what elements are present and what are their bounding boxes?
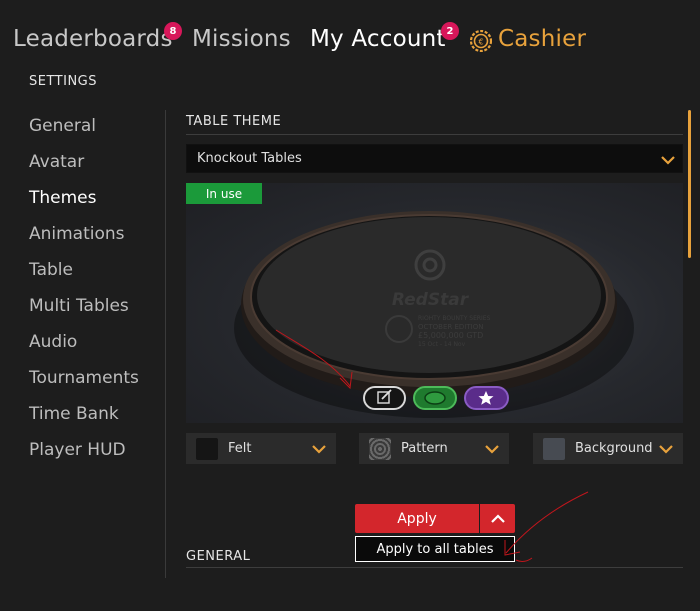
sidebar-item-animations[interactable]: Animations <box>29 224 125 244</box>
sidebar-item-table[interactable]: Table <box>29 260 73 280</box>
general-divider <box>186 567 683 568</box>
theme-select[interactable]: Knockout Tables <box>186 144 683 173</box>
svg-text:£5,000,000 GTD: £5,000,000 GTD <box>418 331 483 340</box>
edit-theme-button[interactable] <box>363 386 406 410</box>
star-icon <box>478 391 494 405</box>
background-dropdown[interactable]: Background <box>533 433 683 464</box>
nav-missions[interactable]: Missions <box>192 26 291 52</box>
apply-menu-toggle[interactable] <box>480 504 515 533</box>
table-logo-text: RedStar <box>392 290 470 310</box>
svg-text:OCTOBER EDITION: OCTOBER EDITION <box>418 323 483 331</box>
star-theme-button[interactable] <box>464 386 509 410</box>
felt-swatch <box>196 437 218 460</box>
svg-text:RIOHTY BOUNTY SERIES: RIOHTY BOUNTY SERIES <box>418 315 491 322</box>
scrollbar[interactable] <box>688 110 691 258</box>
table-preview: In use RedStar RIOHTY BOUNTY SERIES OCTO… <box>186 183 683 423</box>
felt-icon <box>424 391 446 405</box>
pattern-dropdown[interactable]: Pattern <box>359 433 509 464</box>
felt-dropdown[interactable]: Felt <box>186 433 336 464</box>
apply-button[interactable]: Apply <box>355 504 479 533</box>
felt-label: Felt <box>228 441 252 456</box>
chevron-up-icon <box>490 513 505 523</box>
sidebar-item-themes[interactable]: Themes <box>29 188 97 208</box>
general-title: GENERAL <box>186 549 251 564</box>
chevron-down-icon <box>485 445 499 454</box>
chevron-down-icon <box>659 445 673 454</box>
sidebar-item-time-bank[interactable]: Time Bank <box>29 404 119 424</box>
sidebar-item-avatar[interactable]: Avatar <box>29 152 84 172</box>
svg-text:15 Oct - 14 Nov: 15 Oct - 14 Nov <box>418 341 466 348</box>
sidebar-item-multi-tables[interactable]: Multi Tables <box>29 296 129 316</box>
felt-theme-button[interactable] <box>413 386 457 410</box>
table-theme-divider <box>186 134 683 135</box>
chevron-down-icon <box>661 156 675 165</box>
settings-title: SETTINGS <box>29 74 98 89</box>
leaderboards-badge: 8 <box>164 22 182 40</box>
sidebar-item-general[interactable]: General <box>29 116 96 136</box>
background-swatch <box>543 437 565 460</box>
nav-cashier[interactable]: Cashier <box>498 26 586 52</box>
background-label: Background <box>575 441 653 456</box>
nav-leaderboards[interactable]: Leaderboards <box>13 26 173 52</box>
cashier-coin-icon: € <box>470 30 492 52</box>
edit-icon <box>377 389 392 404</box>
sidebar-item-player-hud[interactable]: Player HUD <box>29 440 126 460</box>
table-theme-title: TABLE THEME <box>186 114 282 129</box>
pattern-swatch <box>369 437 391 460</box>
sidebar-item-audio[interactable]: Audio <box>29 332 77 352</box>
chevron-down-icon <box>312 445 326 454</box>
my-account-badge: 2 <box>441 22 459 40</box>
theme-select-value: Knockout Tables <box>197 151 302 166</box>
sidebar-divider <box>165 110 166 578</box>
nav-my-account[interactable]: My Account <box>310 26 446 52</box>
sidebar-item-tournaments[interactable]: Tournaments <box>29 368 139 388</box>
svg-text:€: € <box>478 38 483 47</box>
top-navigation: Leaderboards 8 Missions My Account 2 € C… <box>0 0 700 78</box>
pattern-label: Pattern <box>401 441 448 456</box>
apply-to-all-tables-option[interactable]: Apply to all tables <box>355 536 515 562</box>
